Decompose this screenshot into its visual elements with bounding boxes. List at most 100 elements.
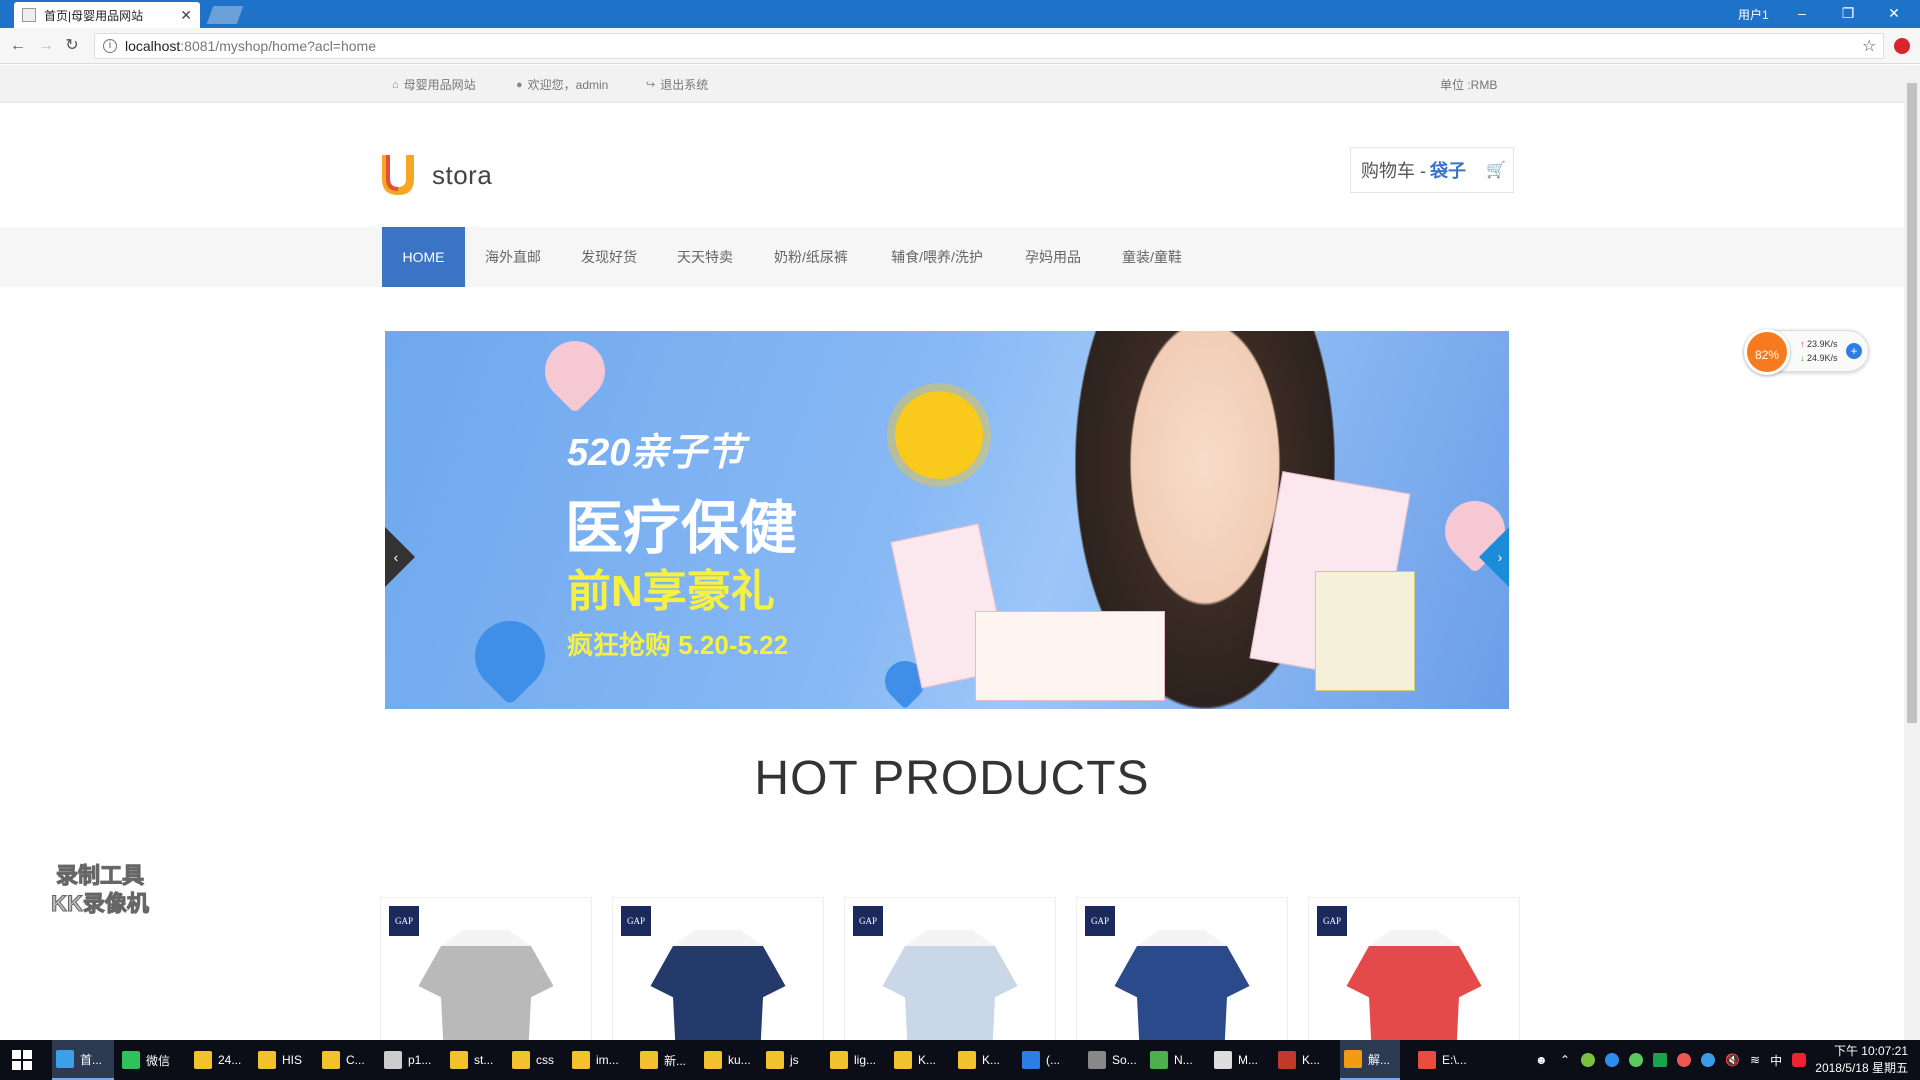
- volume-muted-icon[interactable]: 🔇: [1725, 1053, 1740, 1067]
- minimize-icon[interactable]: –: [1790, 3, 1814, 23]
- logout-icon: ↪: [646, 79, 656, 91]
- logo-mark-icon: [382, 155, 414, 195]
- taskbar-item[interactable]: p1...: [380, 1040, 440, 1080]
- nav-item-kids-wear[interactable]: 童装/童鞋: [1114, 227, 1190, 287]
- taskbar-item[interactable]: N...: [1146, 1040, 1206, 1080]
- clock-date: 2018/5/18 星期五: [1815, 1061, 1908, 1075]
- bookmark-star-icon[interactable]: ☆: [1862, 36, 1876, 56]
- reload-icon[interactable]: ↻: [62, 36, 82, 56]
- logout-link[interactable]: ↪ 退出系统: [646, 76, 708, 93]
- banner-prev-button[interactable]: ‹: [385, 527, 415, 587]
- ime-indicator[interactable]: 中: [1770, 1052, 1782, 1069]
- tray-app-icon[interactable]: [1653, 1053, 1668, 1067]
- taskbar-item[interactable]: K...: [890, 1040, 950, 1080]
- taskbar-item[interactable]: js: [762, 1040, 822, 1080]
- taskbar-item[interactable]: css: [508, 1040, 568, 1080]
- taskbar-item[interactable]: ku...: [700, 1040, 760, 1080]
- taskbar-item[interactable]: C...: [318, 1040, 378, 1080]
- taskbar-item[interactable]: E:\...: [1414, 1040, 1474, 1080]
- nav-item-maternity[interactable]: 孕妈用品: [1018, 227, 1088, 287]
- cart-value: 袋子: [1430, 161, 1466, 181]
- product-card[interactable]: GAP: [1308, 897, 1520, 1040]
- taskbar-item[interactable]: 新...: [636, 1040, 696, 1080]
- product-card[interactable]: GAP: [612, 897, 824, 1040]
- browser-user-label[interactable]: 用户1: [1738, 6, 1769, 23]
- brand-badge: GAP: [1317, 906, 1347, 936]
- cart-button[interactable]: 购物车 - 袋子 🛒: [1350, 147, 1514, 193]
- taskbar-item-label: im...: [596, 1053, 619, 1067]
- download-arrow-icon: ↓: [1800, 353, 1805, 363]
- banner-line-1: 520亲子节: [567, 432, 745, 474]
- widget-plus-button[interactable]: +: [1846, 343, 1862, 359]
- restore-icon[interactable]: ❐: [1836, 3, 1860, 23]
- tray-expand-icon[interactable]: ⌃: [1560, 1053, 1570, 1067]
- tray-app-icon[interactable]: [1581, 1053, 1596, 1067]
- taskbar-app-icon: [640, 1051, 658, 1069]
- taskbar-item[interactable]: (...: [1018, 1040, 1078, 1080]
- nav-item-discover[interactable]: 发现好货: [574, 227, 644, 287]
- scrollbar-thumb[interactable]: [1907, 83, 1917, 723]
- taskbar-item[interactable]: So...: [1084, 1040, 1144, 1080]
- hero-banner[interactable]: 520亲子节 医疗保健 前N享豪礼 疯狂抢购 5.20-5.22 ‹ ›: [385, 331, 1509, 709]
- taskbar-app-icon: [1278, 1051, 1296, 1069]
- taskbar-item[interactable]: 首...: [52, 1040, 114, 1080]
- brand-badge: GAP: [1085, 906, 1115, 936]
- nav-item-daily-deals[interactable]: 天天特卖: [670, 227, 740, 287]
- url-input[interactable]: i localhost:8081/myshop/home?acl=home: [94, 33, 1884, 59]
- site-info-icon[interactable]: i: [103, 39, 117, 53]
- windows-start-icon[interactable]: [12, 1050, 32, 1070]
- extension-icon[interactable]: [1894, 38, 1910, 54]
- site-home-link[interactable]: ⌂ 母婴用品网站: [392, 76, 476, 93]
- taskbar-item[interactable]: 24...: [190, 1040, 250, 1080]
- taskbar-item[interactable]: 微信: [118, 1040, 178, 1080]
- product-card[interactable]: GAP: [844, 897, 1056, 1040]
- taskbar-item-label: K...: [982, 1053, 1001, 1067]
- nav-item-home[interactable]: HOME: [382, 227, 465, 287]
- forward-arrow-icon[interactable]: →: [36, 36, 56, 56]
- bluetooth-icon[interactable]: [1605, 1053, 1620, 1067]
- taskbar-item[interactable]: K...: [1274, 1040, 1334, 1080]
- taskbar-item-label: (...: [1046, 1053, 1060, 1067]
- page-scrollbar[interactable]: [1904, 65, 1920, 1040]
- address-toolbar: ← → ↻ i localhost:8081/myshop/home?acl=h…: [0, 28, 1920, 64]
- product-card[interactable]: GAP: [380, 897, 592, 1040]
- nav-item-formula[interactable]: 奶粉/纸尿裤: [766, 227, 856, 287]
- taskbar-item-label: 首...: [80, 1052, 103, 1067]
- taskbar-item[interactable]: 解...: [1340, 1040, 1400, 1080]
- tab-close-icon[interactable]: ✕: [180, 7, 192, 24]
- taskbar-item[interactable]: K...: [954, 1040, 1014, 1080]
- wechat-tray-icon[interactable]: [1629, 1053, 1644, 1067]
- taskbar-item[interactable]: HIS: [254, 1040, 314, 1080]
- tray-app-icon[interactable]: [1677, 1053, 1692, 1067]
- new-tab-button[interactable]: [206, 6, 244, 24]
- welcome-user[interactable]: ● 欢迎您，admin: [516, 76, 608, 93]
- tray-app-icon[interactable]: [1701, 1053, 1716, 1067]
- sogou-ime-icon[interactable]: [1792, 1053, 1807, 1067]
- back-arrow-icon[interactable]: ←: [8, 36, 28, 56]
- people-icon[interactable]: ☻: [1535, 1053, 1549, 1067]
- taskbar-item[interactable]: M...: [1210, 1040, 1270, 1080]
- window-close-icon[interactable]: ✕: [1882, 3, 1906, 23]
- taskbar-item-label: 解...: [1368, 1052, 1391, 1067]
- site-logo[interactable]: stora: [380, 155, 492, 195]
- memory-usage-badge: 82%: [1744, 329, 1790, 375]
- network-speed-widget[interactable]: 82% ↑ 23.9K/s ↓ 24.9K/s +: [1744, 329, 1869, 375]
- taskbar-app-icon: [258, 1051, 276, 1069]
- taskbar-item-label: 24...: [218, 1053, 242, 1067]
- taskbar-item[interactable]: lig...: [826, 1040, 886, 1080]
- taskbar-item[interactable]: im...: [568, 1040, 628, 1080]
- main-nav: HOME 海外直邮 发现好货 天天特卖 奶粉/纸尿裤 辅食/喂养/洗护 孕妈用品…: [0, 227, 1904, 287]
- system-clock[interactable]: 下午 10:07:21 2018/5/18 星期五: [1808, 1043, 1908, 1077]
- product-card[interactable]: GAP: [1076, 897, 1288, 1040]
- taskbar-item-label: So...: [1112, 1053, 1137, 1067]
- url-path: :8081/myshop/home?acl=home: [180, 38, 376, 54]
- taskbar-item[interactable]: st...: [446, 1040, 506, 1080]
- nav-item-feeding[interactable]: 辅食/喂养/洗护: [882, 227, 992, 287]
- taskbar-app-icon: [1150, 1051, 1168, 1069]
- sun-decoration: [895, 391, 983, 479]
- wifi-icon[interactable]: ≋: [1750, 1053, 1760, 1067]
- upload-arrow-icon: ↑: [1800, 339, 1805, 349]
- browser-tab[interactable]: 首页|母婴用品网站 ✕: [14, 2, 200, 28]
- browser-titlebar: 首页|母婴用品网站 ✕ 用户1 – ❐ ✕: [0, 0, 1920, 28]
- nav-item-overseas[interactable]: 海外直邮: [478, 227, 548, 287]
